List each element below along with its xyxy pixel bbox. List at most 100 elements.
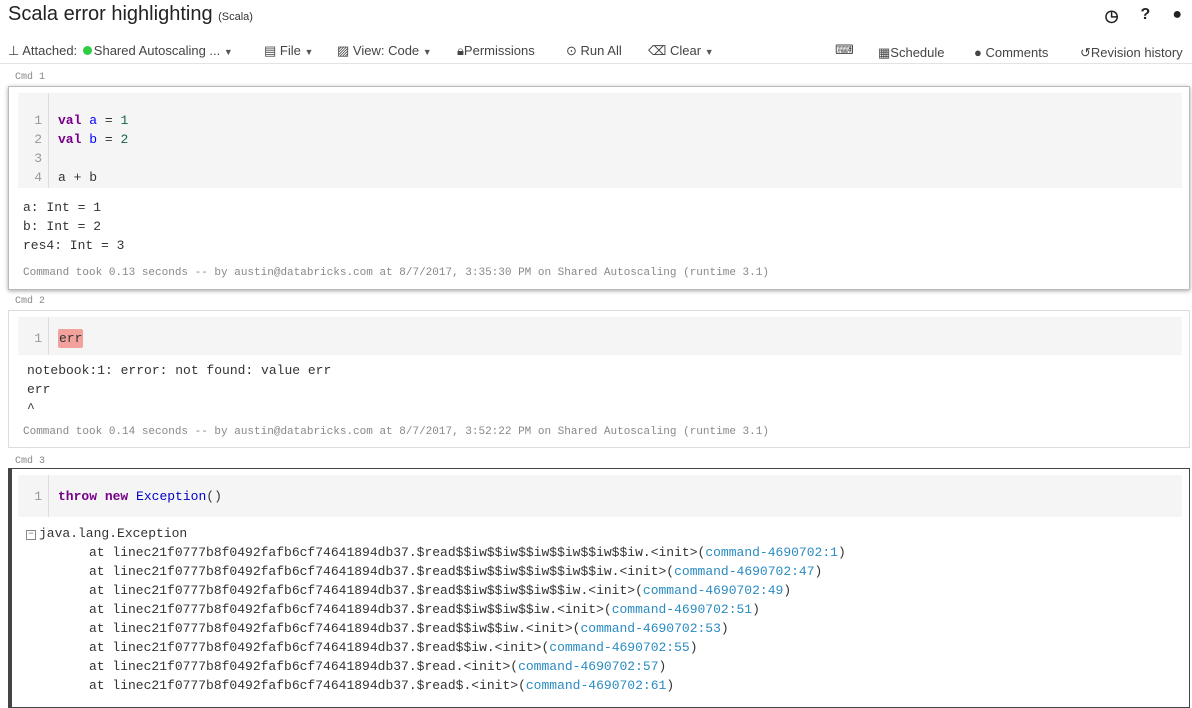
command-link[interactable]: command-4690702:47 <box>674 564 814 579</box>
paren: ) <box>690 640 698 655</box>
cell-label: Cmd 2 <box>15 296 45 307</box>
help-icon[interactable]: ? <box>1141 6 1151 26</box>
command-link[interactable]: command-4690702:55 <box>549 640 689 655</box>
exception-name: java.lang.Exception <box>39 526 187 541</box>
stack-trace-line: at linec21f0777b8f0492fafb6cf74641894db3… <box>89 640 698 655</box>
cell-3[interactable]: ▶▾⌄−✕ 1 throw new Exception() −java.lang… <box>8 468 1190 708</box>
output-line: b: Int = 2 <box>23 219 101 234</box>
keyword: val <box>58 113 81 128</box>
comments-button[interactable]: ● Comments <box>974 45 1048 60</box>
line-number: 3 <box>34 151 42 166</box>
variable: a <box>89 113 97 128</box>
collapse-icon[interactable]: − <box>26 530 36 540</box>
caret-icon: ▼ <box>224 47 233 57</box>
code-line: throw new Exception() <box>58 489 222 504</box>
keyboard-icon: ⌨ <box>835 42 854 57</box>
number: 1 <box>120 113 128 128</box>
cell-label: Cmd 3 <box>15 456 45 467</box>
keyboard-shortcuts-button[interactable]: ⌨ <box>835 42 854 58</box>
comments-label: Comments <box>985 45 1048 60</box>
clear-label: Clear <box>670 43 701 58</box>
line-number: 4 <box>34 170 42 185</box>
file-menu[interactable]: ▤ File ▼ <box>264 43 313 59</box>
stack-trace-line: at linec21f0777b8f0492fafb6cf74641894db3… <box>89 545 846 560</box>
permissions-button[interactable]: 🔒︎Permissions <box>457 43 535 59</box>
trace-frame: at linec21f0777b8f0492fafb6cf74641894db3… <box>89 602 612 617</box>
keyword: throw <box>58 489 97 504</box>
code-editor[interactable]: 1 err <box>18 317 1182 355</box>
error-line: err <box>27 382 50 397</box>
comment-icon: ● <box>974 45 982 60</box>
code-editor[interactable]: 1 2 3 4 val a = 1 val b = 2 a + b <box>18 93 1182 188</box>
trace-frame: at linec21f0777b8f0492fafb6cf74641894db3… <box>89 583 643 598</box>
operator: = <box>97 113 120 128</box>
stack-trace-line: at linec21f0777b8f0492fafb6cf74641894db3… <box>89 621 729 636</box>
number: 2 <box>120 132 128 147</box>
paren: ) <box>838 545 846 560</box>
command-footer: Command took 0.13 seconds -- by austin@d… <box>23 267 769 279</box>
trace-frame: at linec21f0777b8f0492fafb6cf74641894db3… <box>89 640 549 655</box>
code-editor[interactable]: 1 throw new Exception() <box>18 475 1182 517</box>
line-number: 1 <box>34 331 42 346</box>
language-label: (Scala) <box>218 11 253 23</box>
clock-icon[interactable]: ◷ <box>1105 6 1119 26</box>
lock-icon: 🔒︎ <box>457 43 464 58</box>
view-label: View: Code <box>353 43 419 58</box>
line-gutter: 1 <box>18 317 49 355</box>
command-link[interactable]: command-4690702:49 <box>643 583 783 598</box>
stack-trace-line: at linec21f0777b8f0492fafb6cf74641894db3… <box>89 602 760 617</box>
user-icon[interactable]: ● <box>1172 6 1182 26</box>
caret-icon: ▼ <box>305 47 314 57</box>
stack-trace-line: at linec21f0777b8f0492fafb6cf74641894db3… <box>89 659 666 674</box>
command-link[interactable]: command-4690702:1 <box>705 545 838 560</box>
file-icon: ▤ <box>264 43 276 58</box>
run-all-label: Run All <box>581 43 622 58</box>
calendar-icon: ▦ <box>878 45 890 60</box>
output-line: res4: Int = 3 <box>23 238 124 253</box>
schedule-label: Schedule <box>890 45 944 60</box>
code-line: err <box>58 331 83 346</box>
exception-header: −java.lang.Exception <box>26 526 187 541</box>
line-number: 1 <box>34 489 42 504</box>
view-menu[interactable]: ▨ View: Code ▼ <box>337 43 432 59</box>
cell-1[interactable]: ▶▾⌄−✕ 1 2 3 4 val a = 1 val b = 2 a + b … <box>8 86 1190 290</box>
command-link[interactable]: command-4690702:53 <box>580 621 720 636</box>
run-all-button[interactable]: ⊙ Run All <box>566 43 622 59</box>
command-link[interactable]: command-4690702:61 <box>526 678 666 693</box>
play-circle-icon: ⊙ <box>566 43 577 58</box>
operator: = <box>97 132 120 147</box>
cluster-icon: ⊥ <box>8 43 19 58</box>
cluster-status-dot <box>83 46 92 55</box>
history-icon: ↺ <box>1080 45 1091 60</box>
stack-trace-line: at linec21f0777b8f0492fafb6cf74641894db3… <box>89 564 822 579</box>
error-caret: ^ <box>27 401 35 416</box>
attached-cluster-dropdown[interactable]: ⊥ Attached: Shared Autoscaling ... ▼ <box>8 43 233 59</box>
line-number: 1 <box>34 113 42 128</box>
caret-icon: ▼ <box>423 47 432 57</box>
paren: ) <box>666 678 674 693</box>
code-line: val a = 1 <box>58 113 128 128</box>
cluster-name: Shared Autoscaling ... <box>94 43 220 58</box>
file-label: File <box>280 43 301 58</box>
cell-2[interactable]: 1 err notebook:1: error: not found: valu… <box>8 310 1190 448</box>
title-text: Scala error highlighting <box>8 3 213 25</box>
paren: ) <box>815 564 823 579</box>
notebook-title[interactable]: Scala error highlighting (Scala) <box>8 3 253 26</box>
eraser-icon: ⌫ <box>648 43 666 58</box>
line-gutter: 1 <box>18 475 49 517</box>
attached-label: Attached: <box>22 43 77 58</box>
line-gutter: 1 2 3 4 <box>18 93 49 188</box>
command-link[interactable]: command-4690702:57 <box>518 659 658 674</box>
revision-history-button[interactable]: ↺Revision history <box>1080 45 1183 61</box>
trace-frame: at linec21f0777b8f0492fafb6cf74641894db3… <box>89 678 526 693</box>
stack-trace-line: at linec21f0777b8f0492fafb6cf74641894db3… <box>89 583 791 598</box>
clear-menu[interactable]: ⌫ Clear ▼ <box>648 43 714 59</box>
keyword: new <box>105 489 128 504</box>
paren: ) <box>783 583 791 598</box>
parens: () <box>206 489 222 504</box>
command-link[interactable]: command-4690702:51 <box>612 602 752 617</box>
schedule-button[interactable]: ▦Schedule <box>878 45 945 61</box>
toolbar: ⊥ Attached: Shared Autoscaling ... ▼ ▤ F… <box>0 41 1192 64</box>
trace-frame: at linec21f0777b8f0492fafb6cf74641894db3… <box>89 545 705 560</box>
trace-frame: at linec21f0777b8f0492fafb6cf74641894db3… <box>89 564 674 579</box>
